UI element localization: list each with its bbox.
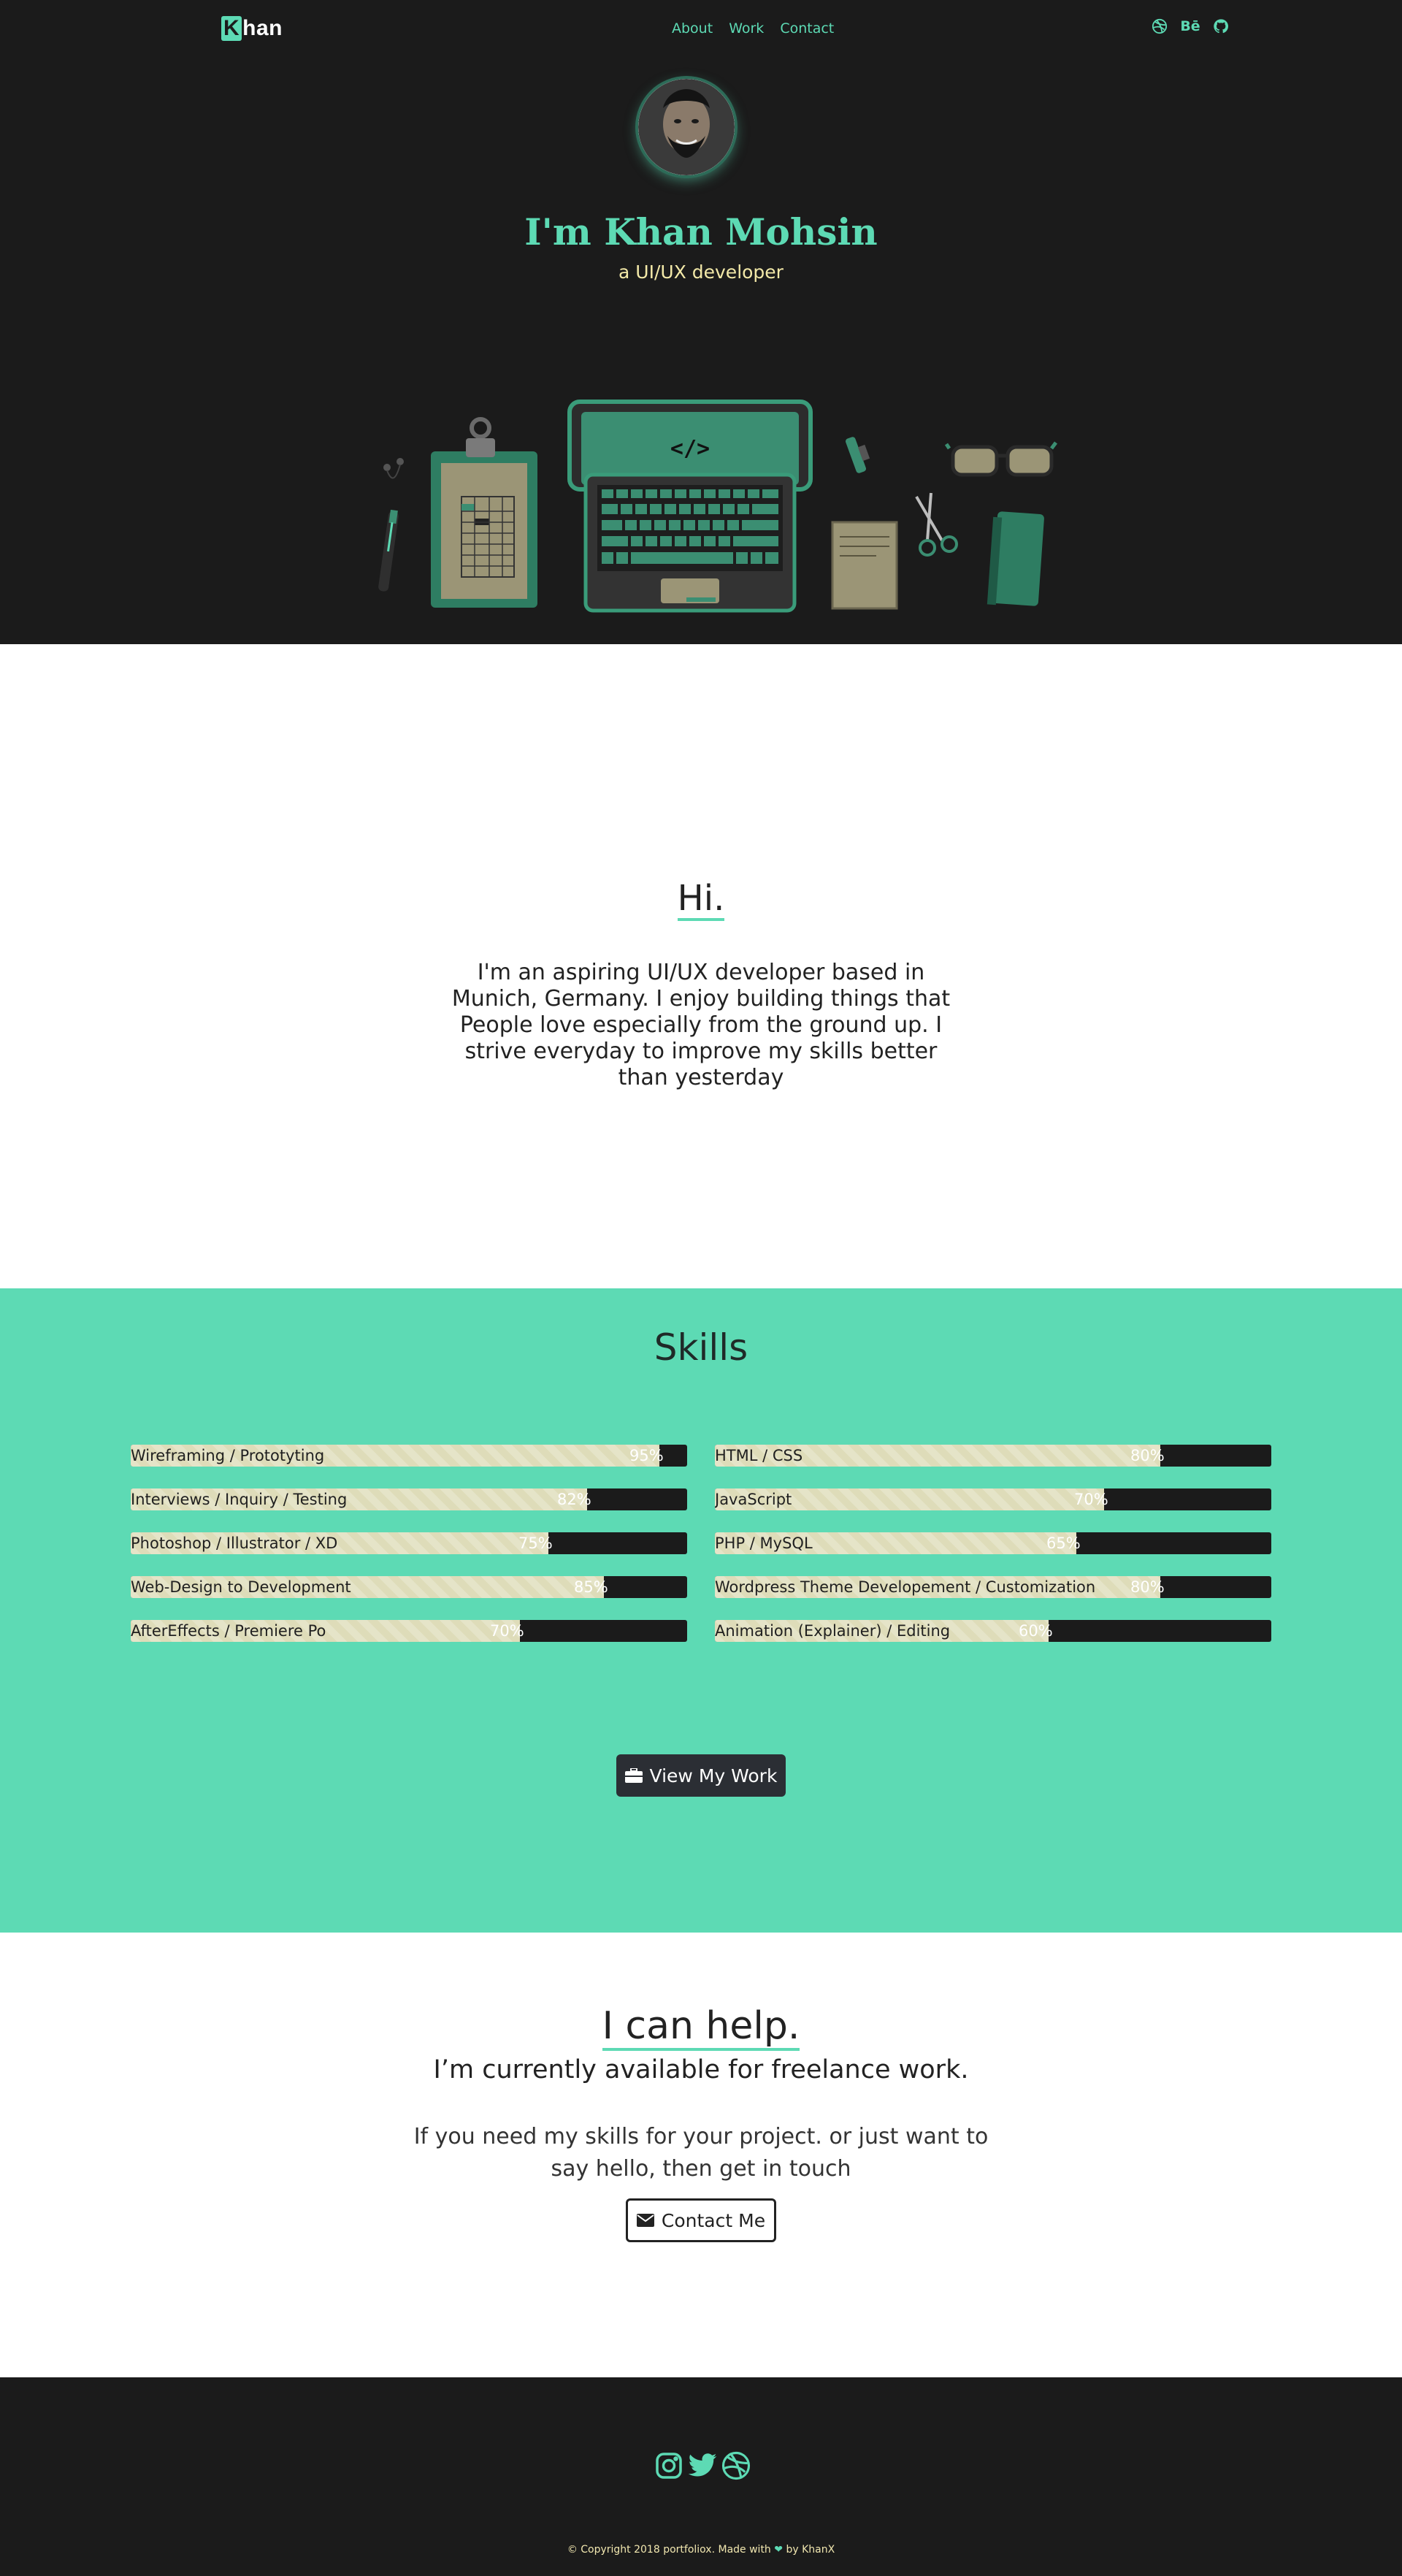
skill-label: Photoshop / Illustrator / XD (131, 1534, 338, 1552)
help-heading: I can help. (0, 2004, 1402, 2051)
dribbble-icon[interactable] (721, 2450, 751, 2481)
notepad-icon (831, 521, 898, 610)
contact-section: I can help. I’m currently available for … (0, 1933, 1402, 2377)
nav-link-about[interactable]: About (672, 20, 713, 37)
laptop-icon: </> (567, 400, 813, 613)
skill-bar: PHP / MySQL 65% (715, 1532, 1271, 1554)
skill-percent: 95% (629, 1447, 664, 1464)
brand-logo[interactable]: Khan (221, 16, 283, 41)
laptop-code-text: </> (670, 436, 710, 462)
book-icon (987, 511, 1044, 606)
nav-links: About Work Contact (672, 20, 834, 37)
brand-logo-text: han (242, 16, 283, 40)
skill-label: HTML / CSS (715, 1447, 803, 1464)
instagram-icon[interactable] (654, 2450, 684, 2481)
skills-column-right: HTML / CSS 80% JavaScript 70% PHP / MySQ… (715, 1445, 1271, 1664)
skill-bar: Interviews / Inquiry / Testing 82% (131, 1488, 687, 1510)
desk-illustration: </> (365, 394, 1066, 614)
skill-bar: HTML / CSS 80% (715, 1445, 1271, 1467)
heart-icon: ❤ (774, 2544, 783, 2556)
copyright-suffix: by KhanX (786, 2544, 835, 2556)
skill-bar: Web-Design to Development 85% (131, 1576, 687, 1598)
clipboard-icon (431, 417, 537, 608)
skill-percent: 70% (1074, 1491, 1108, 1508)
envelope-icon (636, 2214, 654, 2227)
footer-social (654, 2450, 751, 2481)
skill-bar: Wordpress Theme Developement / Customiza… (715, 1576, 1271, 1598)
nav-social: Bē (1151, 18, 1230, 35)
contact-me-label: Contact Me (661, 2209, 766, 2231)
skills-heading: Skills (654, 1326, 748, 1369)
copyright-prefix: © Copyright 2018 portfoliox. Made with (567, 2544, 771, 2556)
behance-icon[interactable]: Bē (1180, 18, 1200, 35)
skill-percent: 60% (1019, 1622, 1053, 1640)
skills-column-left: Wireframing / Prototyting 95% Interviews… (131, 1445, 687, 1664)
skill-percent: 82% (557, 1491, 591, 1508)
skill-bar: Photoshop / Illustrator / XD 75% (131, 1532, 687, 1554)
glasses-icon (944, 441, 1057, 477)
github-icon[interactable] (1212, 18, 1230, 35)
about-section: Hi. I'm an aspiring UI/UX developer base… (0, 644, 1402, 1288)
hero-section: Khan About Work Contact Bē I'm Khan Mohs… (0, 0, 1402, 644)
copyright: © Copyright 2018 portfoliox. Made with ❤… (0, 2544, 1402, 2556)
usb-stick-icon (845, 437, 870, 473)
about-heading-text: Hi. (677, 880, 725, 922)
skill-bar: Animation (Explainer) / Editing 60% (715, 1620, 1271, 1642)
scissors-icon (915, 492, 958, 557)
skill-label: Interviews / Inquiry / Testing (131, 1491, 348, 1508)
skill-percent: 85% (574, 1578, 608, 1596)
skill-label: AfterEffects / Premiere Po (131, 1622, 326, 1640)
earbuds-icon (383, 458, 404, 479)
about-heading: Hi. (0, 878, 1402, 922)
skill-label: Wordpress Theme Developement / Customiza… (715, 1578, 1096, 1596)
avatar (638, 79, 735, 175)
skills-section: Skills Wireframing / Prototyting 95% Int… (0, 1288, 1402, 1933)
about-text: I'm an aspiring UI/UX developer based in… (451, 960, 951, 1090)
dribbble-icon[interactable] (1151, 18, 1168, 35)
skill-label: Web-Design to Development (131, 1578, 351, 1596)
skill-label: JavaScript (715, 1491, 792, 1508)
footer: © Copyright 2018 portfoliox. Made with ❤… (0, 2377, 1402, 2576)
help-subheading: I’m currently available for freelance wo… (433, 2055, 969, 2084)
skill-percent: 70% (490, 1622, 524, 1640)
skill-label: PHP / MySQL (715, 1534, 813, 1552)
brand-logo-mark: K (221, 16, 242, 41)
view-my-work-button[interactable]: View My Work (616, 1754, 786, 1797)
skill-bar: Wireframing / Prototyting 95% (131, 1445, 687, 1467)
skill-percent: 65% (1046, 1534, 1081, 1552)
skill-percent: 80% (1130, 1447, 1165, 1464)
skill-bar: AfterEffects / Premiere Po 70% (131, 1620, 687, 1642)
skill-label: Animation (Explainer) / Editing (715, 1622, 951, 1640)
pen-icon (378, 509, 399, 592)
help-heading-text: I can help. (602, 2006, 800, 2051)
nav-link-work[interactable]: Work (729, 20, 764, 37)
hero-title: I'm Khan Mohsin (524, 210, 878, 253)
skill-percent: 80% (1130, 1578, 1165, 1596)
skill-label: Wireframing / Prototyting (131, 1447, 325, 1464)
navbar: Khan About Work Contact Bē (0, 0, 1402, 58)
contact-me-button[interactable]: Contact Me (626, 2198, 776, 2242)
hero-subtitle: a UI/UX developer (618, 261, 784, 283)
twitter-icon[interactable] (687, 2450, 718, 2481)
skill-percent: 75% (518, 1534, 553, 1552)
help-text: If you need my skills for your project. … (413, 2124, 989, 2182)
nav-link-contact[interactable]: Contact (780, 20, 834, 37)
view-my-work-label: View My Work (649, 1765, 778, 1786)
skill-bar: JavaScript 70% (715, 1488, 1271, 1510)
briefcase-icon (624, 1768, 643, 1783)
